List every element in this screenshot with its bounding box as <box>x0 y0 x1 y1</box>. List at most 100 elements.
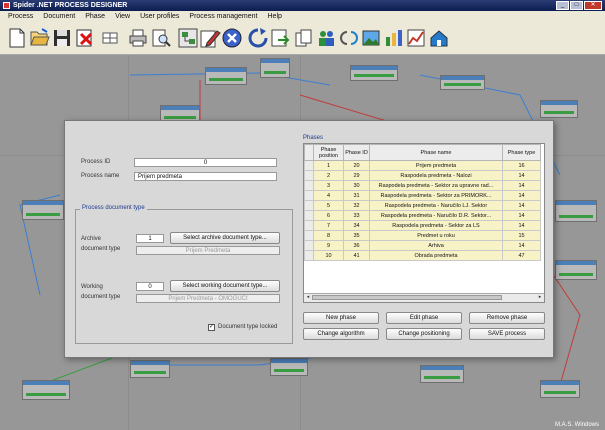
chart-icon[interactable] <box>383 27 405 49</box>
change-algorithm-button[interactable]: Change algorithm <box>303 328 379 340</box>
process-node[interactable] <box>205 67 247 85</box>
cell-phase-name: Predmet u roku <box>369 230 503 241</box>
grid-icon[interactable] <box>99 27 121 49</box>
export-icon[interactable] <box>269 27 291 49</box>
table-row[interactable]: 10 41 Obrada predmeta 47 <box>304 250 541 261</box>
process-node[interactable] <box>540 100 578 118</box>
menu-process-management[interactable]: Process management <box>189 11 257 22</box>
working-label-2: document type <box>81 294 121 300</box>
select-archive-doc-type-button[interactable]: Select archive document type... <box>170 232 280 244</box>
users-icon[interactable] <box>315 27 337 49</box>
process-node[interactable] <box>22 200 64 220</box>
copy-icon[interactable] <box>293 27 315 49</box>
cell-phase-position: 10 <box>313 250 344 261</box>
process-name-field[interactable]: Prijem predmeta <box>134 172 277 181</box>
cell-phase-position: 2 <box>313 170 344 181</box>
cell-phase-position: 9 <box>313 240 344 251</box>
select-working-doc-type-button[interactable]: Select working document type... <box>170 280 280 292</box>
refresh-icon[interactable] <box>247 27 269 49</box>
print-preview-icon[interactable] <box>150 27 172 49</box>
image-icon[interactable] <box>360 27 382 49</box>
cell-phase-name: Obrada predmeta <box>369 250 503 261</box>
process-node[interactable] <box>130 360 170 378</box>
menu-help[interactable]: Help <box>268 11 282 22</box>
save-process-button[interactable]: SAVE process <box>469 328 545 340</box>
scrollbar-thumb[interactable] <box>312 295 502 300</box>
row-selector[interactable] <box>304 250 314 261</box>
cell-phase-position: 7 <box>313 220 344 231</box>
row-selector[interactable] <box>304 180 314 191</box>
phases-table[interactable]: Phase position Phase ID Phase name Phase… <box>303 143 545 303</box>
remove-phase-button[interactable]: Remove phase <box>469 312 545 324</box>
link-icon[interactable] <box>338 27 360 49</box>
menu-process[interactable]: Process <box>8 11 33 22</box>
scroll-left-icon[interactable]: ◂ <box>304 294 312 301</box>
cell-phase-type: 16 <box>502 160 541 171</box>
scroll-right-icon[interactable]: ▸ <box>536 294 544 301</box>
open-icon[interactable] <box>28 27 50 49</box>
column-header-phase-type[interactable]: Phase type <box>502 144 541 161</box>
archive-id-field[interactable]: 1 <box>136 234 164 243</box>
process-node[interactable] <box>350 65 398 81</box>
working-doc-type-field: Prijem Predmeta - OMOGUĆI <box>136 294 280 303</box>
table-row[interactable]: 8 35 Predmet u roku 15 <box>304 230 541 241</box>
process-node[interactable] <box>22 380 70 400</box>
row-selector[interactable] <box>304 200 314 211</box>
graph-icon[interactable] <box>405 27 427 49</box>
edit-phase-button[interactable]: Edit phase <box>386 312 462 324</box>
new-phase-button[interactable]: New phase <box>303 312 379 324</box>
table-row[interactable]: 7 34 Raspodela predmeta - Sektor za LS 14 <box>304 220 541 231</box>
delete-icon[interactable] <box>74 27 96 49</box>
process-node[interactable] <box>270 358 308 376</box>
archive-label: Archive <box>81 236 102 242</box>
cell-phase-position: 5 <box>313 200 344 211</box>
menu-phase[interactable]: Phase <box>85 11 105 22</box>
row-selector[interactable] <box>304 170 314 181</box>
row-selector[interactable] <box>304 220 314 231</box>
cell-phase-name: Raspodela predmeta - Sektor za PRIMORK..… <box>369 190 503 201</box>
column-header-phase-position[interactable]: Phase position <box>313 144 344 161</box>
row-selector[interactable] <box>304 210 314 221</box>
minimize-button[interactable]: _ <box>556 1 569 10</box>
table-row[interactable]: 3 30 Raspodela predmeta - Sektor za upravn… <box>304 180 541 191</box>
row-selector[interactable] <box>304 240 314 251</box>
print-icon[interactable] <box>127 27 149 49</box>
process-node[interactable] <box>440 75 485 90</box>
menu-user-profiles[interactable]: User profiles <box>140 11 179 22</box>
column-header-phase-name[interactable]: Phase name <box>369 144 503 161</box>
menu-document[interactable]: Document <box>43 11 75 22</box>
table-row[interactable]: 2 29 Raspodela predmeta - Nalozi 14 <box>304 170 541 181</box>
document-type-locked-checkbox[interactable]: ✓ <box>208 324 215 331</box>
row-selector[interactable] <box>304 230 314 241</box>
new-icon[interactable] <box>6 27 28 49</box>
column-header-phase-id[interactable]: Phase ID <box>343 144 370 161</box>
table-row[interactable]: 6 33 Raspodela predmeta - Naručilo D.R. Se… <box>304 210 541 221</box>
document-type-group: Process document type Archive document t… <box>75 205 293 344</box>
horizontal-scrollbar[interactable]: ◂ ▸ <box>304 293 544 302</box>
home-icon[interactable] <box>428 27 450 49</box>
maximize-button[interactable]: □ <box>570 1 583 10</box>
working-id-field[interactable]: 0 <box>136 282 164 291</box>
archive-label-2: document type <box>81 246 121 252</box>
process-node[interactable] <box>555 200 597 222</box>
row-selector[interactable] <box>304 190 314 201</box>
process-node[interactable] <box>540 380 580 398</box>
layout-icon[interactable] <box>177 27 199 49</box>
cancel-icon[interactable] <box>221 27 243 49</box>
menu-view[interactable]: View <box>115 11 130 22</box>
table-row[interactable]: 1 20 Prijem predmeta 16 <box>304 160 541 171</box>
cell-phase-id: 20 <box>343 160 370 171</box>
table-row[interactable]: 5 32 Raspodela predmeta - Naručilo LJ. Sek… <box>304 200 541 211</box>
close-button[interactable]: ✕ <box>584 1 602 10</box>
save-icon[interactable] <box>51 27 73 49</box>
table-row[interactable]: 4 31 Raspodela predmeta - Sektor za PRIMOR… <box>304 190 541 201</box>
process-id-field[interactable]: 0 <box>134 158 277 167</box>
cell-phase-position: 1 <box>313 160 344 171</box>
process-node[interactable] <box>420 365 464 383</box>
table-row[interactable]: 9 36 Arhiva 14 <box>304 240 541 251</box>
change-positioning-button[interactable]: Change positioning <box>386 328 462 340</box>
edit-icon[interactable] <box>199 27 221 49</box>
row-selector[interactable] <box>304 160 314 171</box>
process-node[interactable] <box>260 58 290 78</box>
process-node[interactable] <box>555 260 597 280</box>
